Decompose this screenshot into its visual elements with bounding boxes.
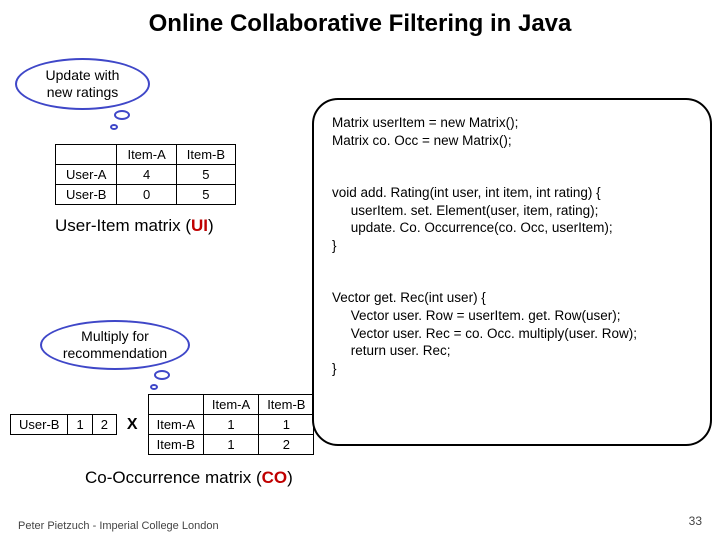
caption-red: UI — [191, 216, 208, 235]
cell: 0 — [117, 185, 176, 205]
caption-text: Co-Occurrence matrix ( — [85, 468, 262, 487]
cell: Item-A — [148, 415, 203, 435]
caption-text: ) — [287, 468, 293, 487]
bubble-tail-icon — [154, 370, 170, 380]
cell: 4 — [117, 165, 176, 185]
cell: 2 — [259, 435, 314, 455]
bubble-update-ratings: Update with new ratings — [15, 58, 150, 110]
user-vector-table: User-B 1 2 — [10, 414, 117, 435]
multiply-symbol: X — [123, 416, 142, 434]
cell: 1 — [259, 415, 314, 435]
co-occurrence-table: Item-A Item-B Item-A 1 1 Item-B 1 2 — [148, 394, 315, 455]
caption-red: CO — [262, 468, 288, 487]
vector-times-matrix: User-B 1 2 X Item-A Item-B Item-A 1 1 It… — [10, 394, 314, 455]
header-cell: Item-B — [259, 395, 314, 415]
page-title: Online Collaborative Filtering in Java — [0, 10, 720, 38]
caption-text: ) — [208, 216, 214, 235]
cell: 1 — [203, 415, 258, 435]
bubble-text: Multiply for recommendation — [63, 328, 167, 362]
cell: User-A — [56, 165, 117, 185]
cell: 5 — [176, 165, 235, 185]
footer-text: Peter Pietzuch - Imperial College London — [18, 520, 219, 532]
cell: User-B — [11, 415, 68, 435]
header-cell: Item-A — [203, 395, 258, 415]
table-row: Item-A Item-B — [148, 395, 314, 415]
user-item-table: Item-A Item-B User-A 4 5 User-B 0 5 — [55, 144, 236, 205]
header-cell — [148, 395, 203, 415]
ui-caption: User-Item matrix (UI) — [55, 216, 214, 236]
header-cell: Item-B — [176, 145, 235, 165]
table-row: User-B 1 2 — [11, 415, 117, 435]
bubble-text: Update with new ratings — [46, 67, 120, 101]
table-row: User-B 0 5 — [56, 185, 236, 205]
cell: 5 — [176, 185, 235, 205]
co-caption: Co-Occurrence matrix (CO) — [85, 468, 293, 488]
caption-text: User-Item matrix ( — [55, 216, 191, 235]
cell: Item-B — [148, 435, 203, 455]
cell: User-B — [56, 185, 117, 205]
code-box: Matrix userItem = new Matrix(); Matrix c… — [312, 98, 712, 446]
table-row: Item-A 1 1 — [148, 415, 314, 435]
table-row: Item-B 1 2 — [148, 435, 314, 455]
header-cell — [56, 145, 117, 165]
bubble-tail-icon — [150, 384, 158, 390]
header-cell: Item-A — [117, 145, 176, 165]
cell: 2 — [92, 415, 116, 435]
bubble-multiply: Multiply for recommendation — [40, 320, 190, 370]
bubble-tail-icon — [110, 124, 118, 130]
table-row: User-A 4 5 — [56, 165, 236, 185]
cell: 1 — [203, 435, 258, 455]
table-row: Item-A Item-B — [56, 145, 236, 165]
cell: 1 — [68, 415, 92, 435]
bubble-tail-icon — [114, 110, 130, 120]
page-number: 33 — [689, 514, 702, 528]
